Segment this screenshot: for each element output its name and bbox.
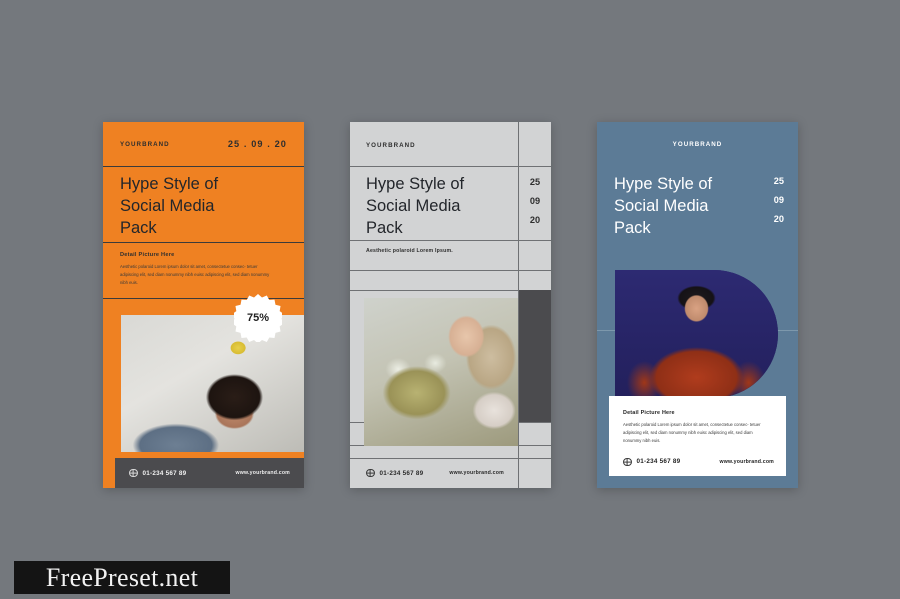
mockup-stage: YOURBRAND 25 . 09 . 20 Hype Style of Soc… [0,0,900,599]
poster-orange[interactable]: YOURBRAND 25 . 09 . 20 Hype Style of Soc… [103,122,304,488]
poster-2-divider-1 [350,166,551,167]
poster-1-website[interactable]: www.yourbrand.com [235,470,290,476]
poster-1-date: 25 . 09 . 20 [227,139,287,149]
poster-3-title-line-2: Social Media [614,196,709,215]
poster-3-title-line-1: Hype Style of [614,175,713,193]
poster-2-dark-panel [518,290,551,422]
poster-1-divider-middle [103,242,304,243]
poster-1-discount-badge[interactable]: 75% [234,294,282,342]
watermark: FreePreset.net [14,561,230,594]
poster-3-title: Hype Style of Social Media Pack [614,174,769,240]
poster-2-photo [364,298,519,446]
poster-1-body-text: Aesthetic polaroid Lorem ipsum dolor sit… [120,264,270,285]
globe-icon [623,457,632,466]
poster-3-detail-heading: Detail Picture Here [623,410,675,416]
poster-1-detail-heading: Detail Picture Here [120,252,175,258]
globe-icon [366,468,375,478]
watermark-text: FreePreset.net [45,562,199,592]
poster-2-subtitle: Aesthetic polaroid Lorem Ipsum. [366,248,453,254]
poster-1-phone: 01-234 567 89 [142,469,187,477]
poster-3-footer: 01-234 567 89 www.yourbrand.com [623,457,774,466]
poster-1-divider-top [103,166,304,167]
poster-1-footer: 01-234 567 89 www.yourbrand.com [115,458,304,488]
poster-3-brand: YOURBRAND [672,141,723,148]
globe-icon [129,468,138,478]
poster-1-title-line-1: Hype Style of [120,175,219,193]
poster-2-footer: 01-234 567 89 www.yourbrand.com [350,458,551,488]
poster-2-date-month: 09 [529,196,541,206]
poster-3-body-text: Aesthetic polaroid Lorem ipsum dolor sit… [623,422,761,443]
poster-3-website[interactable]: www.yourbrand.com [719,459,774,465]
poster-3-title-line-3: Pack [614,218,651,237]
poster-2-website[interactable]: www.yourbrand.com [449,470,504,476]
poster-2-contact[interactable]: 01-234 567 89 [366,468,424,478]
poster-2-vertical-divider [518,122,519,488]
poster-blue[interactable]: YOURBRAND Hype Style of Social Media Pac… [597,122,798,488]
poster-2-title-line-3: Pack [366,218,403,237]
poster-3-date-year: 20 [773,214,784,224]
poster-2-title-line-1: Hype Style of [366,175,465,193]
poster-3-photo [615,270,778,398]
poster-3-info-card: Detail Picture Here Aesthetic polaroid L… [609,396,786,476]
poster-1-title: Hype Style of Social Media Pack [120,174,295,240]
poster-1-title-line-3: Pack [120,218,157,237]
poster-2-phone: 01-234 567 89 [379,469,424,477]
poster-2-date-stack: 25 09 20 [519,177,551,225]
poster-2-date-day: 25 [529,177,541,187]
poster-1-brand: YOURBRAND [120,140,170,148]
poster-1-photo [121,315,304,452]
poster-2-date-year: 20 [529,215,541,225]
poster-3-date-stack: 25 09 20 [774,176,784,224]
woman-in-red-dress-photo [615,270,778,398]
poster-3-date-day: 25 [773,176,784,186]
poster-1-title-line-2: Social Media [120,196,215,215]
poster-2-divider-2 [350,240,551,241]
poster-1-contact[interactable]: 01-234 567 89 [129,468,187,478]
woman-with-flowers-photo [364,298,519,446]
poster-1-brand-bar: YOURBRAND 25 . 09 . 20 [103,122,304,166]
poster-2-brand: YOURBRAND [366,142,416,149]
poster-2-divider-3 [350,270,551,271]
poster-3-phone: 01-234 567 89 [636,458,681,466]
poster-1-divider-lower [103,298,304,299]
poster-3-date-month: 09 [773,195,784,205]
poster-light-gray[interactable]: YOURBRAND Hype Style of Social Media Pac… [350,122,551,488]
woman-with-lemon-photo [121,315,304,452]
poster-2-title: Hype Style of Social Media Pack [366,174,514,240]
poster-2-title-line-2: Social Media [366,196,461,215]
